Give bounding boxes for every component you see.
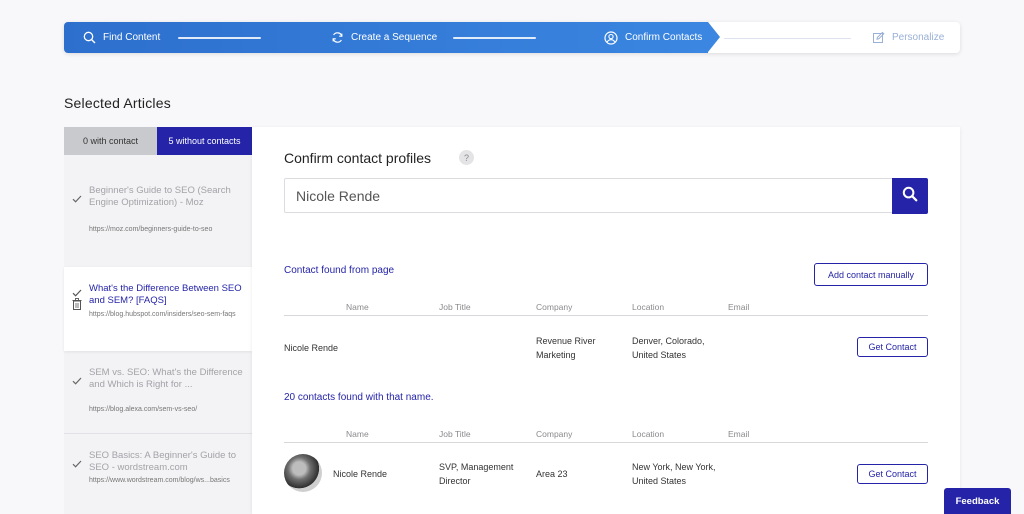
trash-icon[interactable] bbox=[72, 297, 82, 310]
check-icon bbox=[72, 373, 82, 385]
col-company: Company bbox=[536, 302, 573, 312]
article-item[interactable]: Beginner's Guide to SEO (Search Engine O… bbox=[64, 185, 252, 253]
check-icon bbox=[72, 285, 82, 297]
avatar bbox=[284, 454, 322, 492]
user-circle-icon bbox=[604, 30, 618, 45]
article-item[interactable]: SEO Basics: A Beginner's Guide to SEO - … bbox=[64, 450, 252, 514]
col-location: Location bbox=[632, 429, 665, 439]
article-url: https://www.wordstream.com/blog/ws...bas… bbox=[89, 477, 230, 484]
tab-with-contact[interactable]: 0 with contact bbox=[64, 127, 157, 155]
article-item[interactable]: SEM vs. SEO: What's the Difference and W… bbox=[64, 367, 252, 427]
contact-found-title: Contact found from page bbox=[284, 265, 395, 276]
table-row: Nicole Rende Revenue River Marketing Den… bbox=[284, 333, 928, 363]
step-connector bbox=[178, 37, 261, 39]
col-name: Name bbox=[346, 429, 369, 439]
article-url: https://blog.hubspot.com/insiders/seo-se… bbox=[89, 311, 236, 318]
progress-stepper: Find Content Create a Sequence Confirm C… bbox=[64, 22, 960, 53]
table-row: Nicole Rende SVP, Management Director Ar… bbox=[284, 454, 928, 494]
articles-panel: 0 with contact 5 without contacts Beginn… bbox=[64, 127, 252, 514]
article-title: What's the Difference Between SEO and SE… bbox=[89, 283, 242, 306]
contact-location: New York, New York, United States bbox=[632, 462, 716, 486]
contact-company: Revenue River Marketing bbox=[536, 336, 596, 360]
contact-name: Nicole Rende bbox=[284, 343, 339, 353]
check-icon bbox=[72, 191, 82, 203]
tab-without-contacts[interactable]: 5 without contacts bbox=[157, 127, 252, 155]
table-header: Name Job Title Company Location Email bbox=[284, 429, 928, 443]
table-header: Name Job Title Company Location Email bbox=[284, 302, 928, 316]
step-find-content[interactable]: Find Content bbox=[82, 22, 160, 53]
check-icon bbox=[72, 456, 82, 468]
contact-company: Area 23 bbox=[536, 469, 568, 479]
search-button[interactable] bbox=[892, 178, 928, 214]
feedback-button[interactable]: Feedback bbox=[944, 488, 1011, 514]
add-contact-manually-button[interactable]: Add contact manually bbox=[814, 263, 928, 286]
contact-search-input[interactable] bbox=[284, 178, 892, 213]
article-title: SEO Basics: A Beginner's Guide to SEO - … bbox=[89, 450, 237, 473]
col-company: Company bbox=[536, 429, 573, 439]
stepper-arrow bbox=[708, 22, 720, 52]
contact-name: Nicole Rende bbox=[333, 469, 388, 479]
name-results-title: 20 contacts found with that name. bbox=[284, 392, 434, 403]
col-location: Location bbox=[632, 302, 665, 312]
step-connector bbox=[453, 37, 536, 39]
search-icon bbox=[82, 31, 96, 45]
get-contact-button[interactable]: Get Contact bbox=[857, 337, 928, 357]
step-label: Confirm Contacts bbox=[625, 32, 703, 43]
col-email: Email bbox=[728, 302, 750, 312]
table-header-line bbox=[284, 315, 928, 316]
search-icon bbox=[902, 186, 918, 207]
step-connector bbox=[724, 37, 851, 39]
refresh-icon bbox=[330, 31, 344, 45]
step-label: Create a Sequence bbox=[351, 32, 438, 43]
confirm-title: Confirm contact profiles bbox=[284, 150, 432, 166]
article-url: https://blog.alexa.com/sem-vs-seo/ bbox=[89, 406, 198, 413]
article-title: Beginner's Guide to SEO (Search Engine O… bbox=[89, 185, 231, 208]
help-icon[interactable]: ? bbox=[459, 150, 474, 165]
contact-job: SVP, Management Director bbox=[439, 462, 514, 486]
step-label: Personalize bbox=[892, 32, 945, 43]
step-create-sequence[interactable]: Create a Sequence bbox=[330, 22, 437, 53]
col-job-title: Job Title bbox=[439, 429, 471, 439]
confirm-contacts-panel: Confirm contact profiles ? Contact found… bbox=[252, 127, 960, 514]
table-header-line bbox=[284, 442, 928, 443]
article-title: SEM vs. SEO: What's the Difference and W… bbox=[89, 367, 243, 390]
get-contact-button[interactable]: Get Contact bbox=[857, 464, 928, 484]
contact-location: Denver, Colorado, United States bbox=[632, 336, 705, 360]
step-confirm-contacts[interactable]: Confirm Contacts bbox=[604, 22, 702, 53]
article-item-active[interactable]: What's the Difference Between SEO and SE… bbox=[64, 267, 252, 351]
col-email: Email bbox=[728, 429, 750, 439]
col-name: Name bbox=[346, 302, 369, 312]
step-label: Find Content bbox=[103, 32, 161, 43]
col-job-title: Job Title bbox=[439, 302, 471, 312]
step-personalize[interactable]: Personalize bbox=[871, 22, 944, 53]
selected-articles-title: Selected Articles bbox=[64, 95, 171, 111]
article-url: https://moz.com/beginners-guide-to-seo bbox=[89, 226, 213, 233]
article-divider bbox=[64, 433, 252, 434]
edit-icon bbox=[871, 31, 885, 45]
